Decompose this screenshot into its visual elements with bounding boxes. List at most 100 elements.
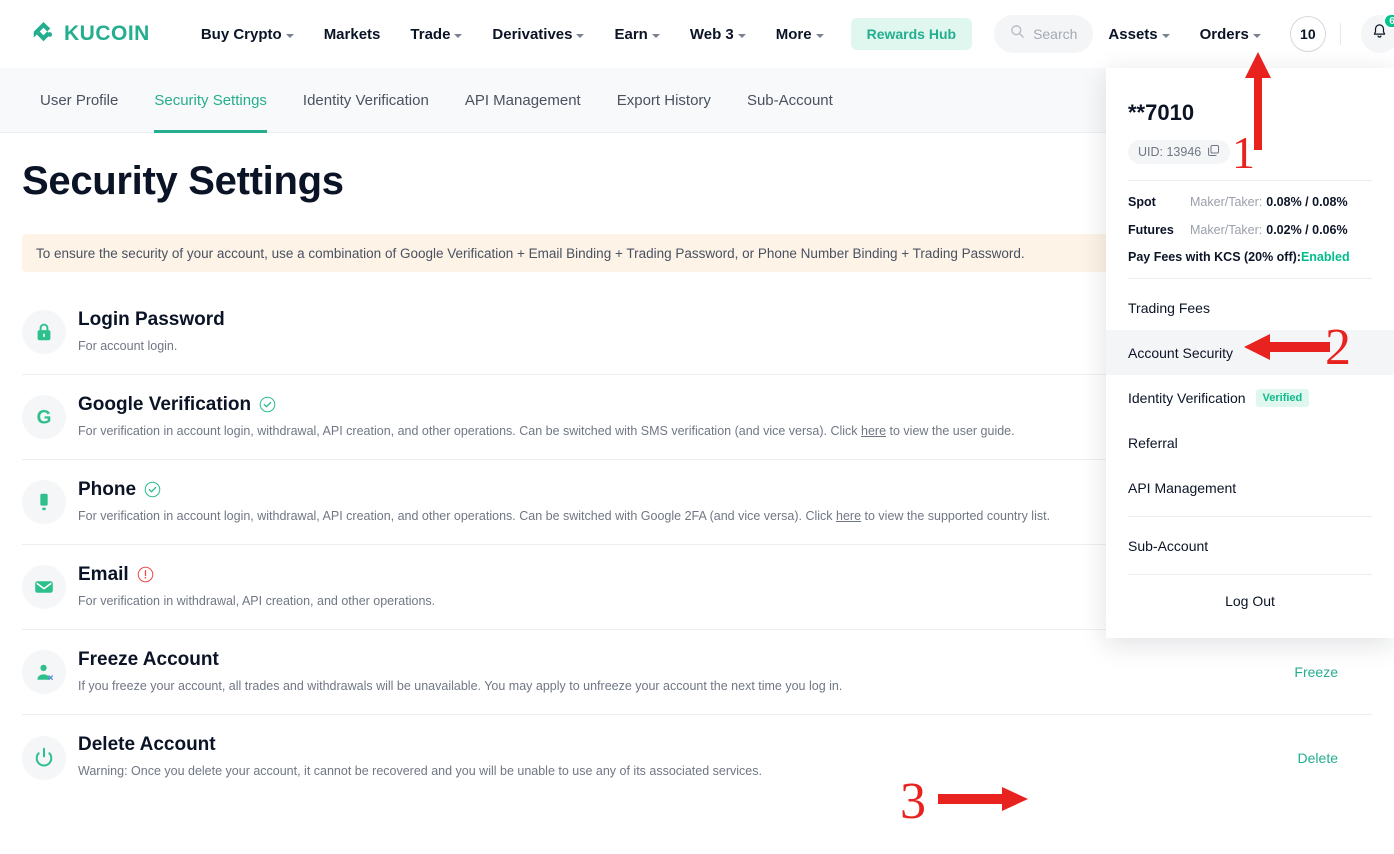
dropdown-item-sub-account[interactable]: Sub-Account	[1106, 523, 1394, 568]
tab-identity-verification[interactable]: Identity Verification	[285, 68, 447, 133]
chevron-down-icon	[737, 33, 746, 38]
row-description: For verification in withdrawal, API crea…	[78, 593, 436, 608]
futures-label: Futures	[1128, 223, 1174, 237]
nav-label: Trade	[410, 25, 451, 43]
tab-export-history[interactable]: Export History	[599, 68, 729, 133]
spot-maker-taker-label: Maker/Taker:	[1190, 195, 1263, 209]
spot-fee-line: Spot Maker/Taker: 0.08% / 0.08%	[1128, 195, 1372, 209]
futures-maker-taker-label: Maker/Taker:	[1190, 223, 1263, 237]
orders-label: Orders	[1199, 25, 1249, 43]
chevron-down-icon	[815, 33, 824, 38]
row-description-pre: For verification in account login, withd…	[78, 508, 837, 523]
row-body: Email For verification in withdrawal, AP…	[78, 564, 1263, 611]
kucoin-logo[interactable]: KUCOIN	[30, 21, 150, 48]
dropdown-item-label: Sub-Account	[1128, 537, 1209, 554]
kcs-status: Enabled	[1300, 250, 1350, 264]
spot-label: Spot	[1128, 195, 1156, 209]
freeze-account-icon	[22, 650, 66, 694]
delete-account-link[interactable]: Delete	[1298, 750, 1338, 766]
uid-label: UID: 13946	[1138, 145, 1202, 159]
row-body: Freeze Account If you freeze your accoun…	[78, 649, 1294, 696]
search-input[interactable]: Search	[994, 15, 1094, 53]
nav-item-orders[interactable]: Orders	[1185, 18, 1276, 51]
verified-badge: Verified	[1255, 388, 1310, 407]
security-row-delete-account: Delete Account Warning: Once you delete …	[22, 715, 1372, 800]
search-icon	[1010, 24, 1025, 44]
row-description-post: to view the user guide.	[886, 423, 1015, 438]
nav-label: More	[775, 25, 812, 43]
row-body: Phone For verification in account login,…	[78, 479, 1231, 526]
chevron-down-icon	[1161, 33, 1170, 38]
nav-item-derivatives[interactable]: Derivatives	[477, 18, 599, 51]
nav-item-trade[interactable]: Trade	[395, 18, 477, 51]
annotation-number-1: 1	[1232, 127, 1255, 178]
row-title: Login Password	[78, 308, 225, 330]
phone-icon	[22, 480, 66, 524]
dropdown-item-label: Trading Fees	[1128, 299, 1210, 316]
spot-maker-taker-value: 0.08% / 0.08%	[1266, 195, 1348, 209]
rewards-hub-button[interactable]: Rewards Hub	[850, 18, 973, 50]
email-icon	[22, 565, 66, 609]
verified-check-icon	[259, 396, 276, 413]
nav-item-web3[interactable]: Web 3	[675, 18, 761, 51]
tab-user-profile[interactable]: User Profile	[22, 68, 136, 133]
lock-icon	[22, 310, 66, 354]
dropdown-item-identity-verification[interactable]: Identity Verification Verified	[1106, 375, 1394, 420]
user-guide-link[interactable]: here	[861, 424, 886, 438]
row-title: Google Verification	[78, 393, 252, 415]
row-title: Email	[78, 563, 129, 585]
dropdown-item-label: Referral	[1128, 434, 1178, 451]
nav-item-markets[interactable]: Markets	[309, 18, 396, 51]
kucoin-logo-mark	[30, 21, 57, 48]
dropdown-divider-3	[1128, 516, 1372, 517]
row-description-post: to view the supported country list.	[861, 508, 1051, 523]
security-row-freeze-account: Freeze Account If you freeze your accoun…	[22, 630, 1372, 715]
futures-fee-line: Futures Maker/Taker: 0.02% / 0.06%	[1128, 223, 1372, 237]
futures-maker-taker-value: 0.02% / 0.06%	[1266, 223, 1348, 237]
nav-item-buy-crypto[interactable]: Buy Crypto	[186, 18, 309, 51]
tab-security-settings[interactable]: Security Settings	[136, 68, 285, 133]
nav-item-more[interactable]: More	[761, 18, 839, 51]
row-title-line: Phone	[78, 479, 1231, 501]
annotation-number-2: 2	[1325, 319, 1351, 376]
dropdown-item-label: Account Security	[1128, 344, 1234, 361]
freeze-account-link[interactable]: Freeze	[1294, 664, 1338, 680]
warning-icon	[137, 566, 154, 583]
chevron-down-icon	[1252, 33, 1261, 38]
header-right-group: Assets Orders 10 6	[1093, 13, 1394, 53]
verified-check-icon	[144, 481, 161, 498]
log-out-button[interactable]: Log Out	[1128, 575, 1372, 609]
row-title: Delete Account	[78, 734, 216, 756]
row-title-line: Freeze Account	[78, 649, 1294, 671]
top-header: KUCOIN Buy Crypto Markets Trade Derivati…	[0, 0, 1394, 68]
chevron-down-icon	[285, 33, 294, 38]
power-icon	[22, 735, 66, 780]
row-title-line: Email	[78, 564, 1263, 586]
kucoin-logo-text: KUCOIN	[64, 22, 150, 45]
nav-label: Buy Crypto	[200, 25, 282, 43]
notifications-button[interactable]: 6	[1360, 13, 1394, 53]
kcs-label: Pay Fees with KCS (20% off):	[1128, 250, 1301, 264]
account-level-badge[interactable]: 10	[1289, 16, 1326, 52]
tab-api-management[interactable]: API Management	[447, 68, 599, 133]
svg-text:G: G	[37, 408, 52, 429]
header-divider-2	[1339, 23, 1341, 45]
tab-sub-account[interactable]: Sub-Account	[729, 68, 851, 133]
nav-item-earn[interactable]: Earn	[599, 18, 674, 51]
country-list-link[interactable]: here	[836, 509, 861, 523]
assets-label: Assets	[1108, 25, 1158, 43]
uid-copy-chip[interactable]: UID: 13946	[1128, 140, 1231, 164]
dropdown-item-api-management[interactable]: API Management	[1106, 465, 1394, 510]
main-nav: Buy Crypto Markets Trade Derivatives Ear…	[186, 18, 839, 51]
google-icon: G	[22, 395, 66, 439]
dropdown-item-referral[interactable]: Referral	[1106, 420, 1394, 465]
chevron-down-icon	[576, 33, 585, 38]
chevron-down-icon	[651, 33, 660, 38]
nav-item-assets[interactable]: Assets	[1093, 18, 1184, 51]
dropdown-item-label: API Management	[1128, 479, 1237, 496]
dropdown-divider-1	[1128, 180, 1372, 181]
notification-badge: 6	[1383, 13, 1394, 29]
dropdown-item-label: Identity Verification	[1128, 389, 1246, 406]
annotation-number-3: 3	[900, 773, 926, 830]
copy-icon[interactable]	[1207, 144, 1220, 160]
